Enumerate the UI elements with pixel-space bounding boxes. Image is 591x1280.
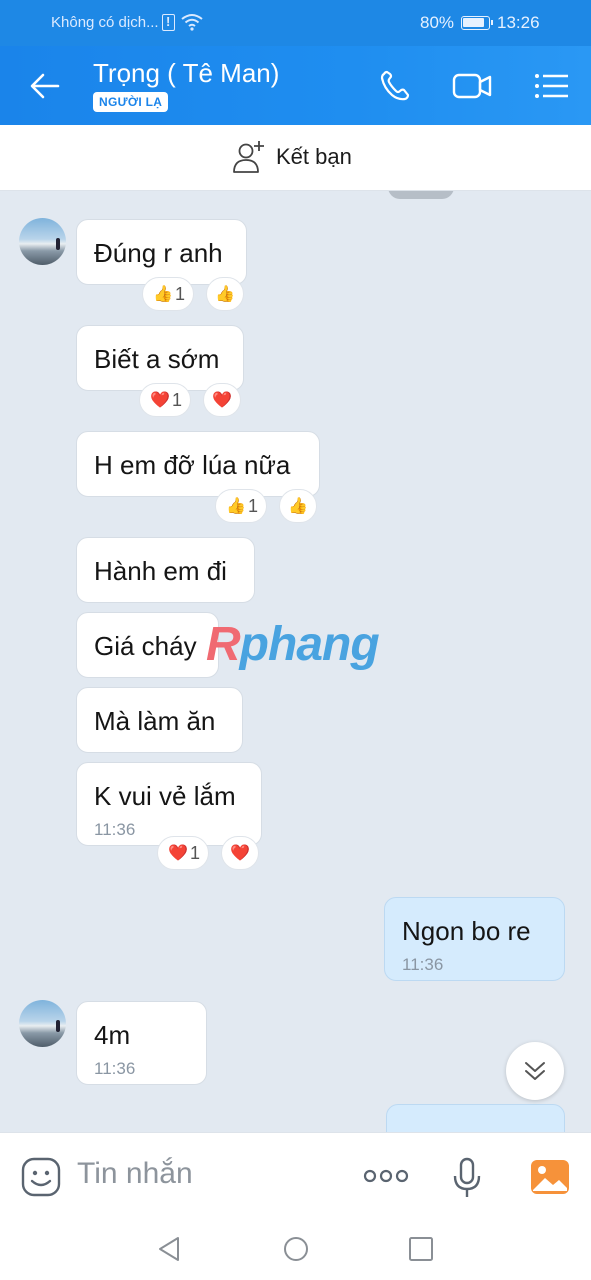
message-bubble[interactable]: Hành em đi (76, 537, 255, 603)
thumbs-up-icon: 👍 (153, 286, 173, 303)
reaction-summary[interactable]: ❤️ 1 (157, 836, 209, 870)
thumbs-up-icon: 👍 (288, 498, 308, 515)
message-text: Ngon bo re (402, 916, 531, 946)
battery-percent: 80% (420, 13, 455, 32)
message-text: K vui vẻ lắm (94, 781, 236, 811)
phone-icon[interactable] (376, 68, 416, 104)
reaction-summary[interactable]: ❤️ 1 (139, 383, 191, 417)
message-time: 11:36 (94, 1059, 136, 1078)
watermark: Rphang (206, 618, 380, 671)
reaction-count: 1 (247, 495, 258, 516)
message-bubble[interactable]: Biết a sớm (76, 325, 244, 391)
react-button[interactable]: ❤️ (203, 383, 241, 417)
battery-icon (461, 16, 493, 30)
more-dots-icon[interactable] (363, 1166, 409, 1186)
composer: Tin nhắn (0, 1132, 591, 1218)
contact-name[interactable]: Trọng ( Tê Man) (93, 58, 279, 89)
message-bubble-outgoing[interactable] (386, 1104, 565, 1132)
heart-icon: ❤️ (168, 845, 188, 862)
time-divider (388, 191, 454, 199)
message-time: 11:36 (94, 820, 136, 839)
message-text: H em đỡ lúa nữa (94, 450, 291, 480)
nav-back-icon[interactable] (156, 1235, 182, 1263)
alert-icon (162, 14, 175, 31)
back-arrow-icon[interactable] (28, 71, 62, 101)
thumbs-up-icon: 👍 (226, 498, 246, 515)
react-button[interactable]: ❤️ (221, 836, 259, 870)
emoji-icon[interactable] (21, 1157, 61, 1197)
message-input[interactable]: Tin nhắn (77, 1157, 193, 1191)
heart-icon: ❤️ (150, 392, 170, 409)
message-bubble[interactable]: Giá cháy (76, 612, 219, 678)
video-call-icon[interactable] (452, 68, 492, 104)
react-button[interactable]: 👍 (279, 489, 317, 523)
nav-home-icon[interactable] (282, 1235, 310, 1263)
message-text: 4m (94, 1020, 131, 1050)
carrier-label: Không có dịch... (51, 14, 159, 31)
message-text: Đúng r anh (94, 238, 223, 268)
list-menu-icon[interactable] (532, 68, 572, 104)
avatar[interactable] (19, 218, 66, 265)
thumbs-up-icon: 👍 (215, 286, 235, 303)
message-text: Hành em đi (94, 556, 227, 586)
add-friend-label: Kết bạn (276, 144, 352, 169)
reaction-summary[interactable]: 👍 1 (142, 277, 194, 311)
message-time: 11:36 (402, 955, 444, 974)
message-bubble[interactable]: H em đỡ lúa nữa (76, 431, 320, 497)
message-list[interactable]: Đúng r anh 👍 1 👍 Biết a sớm ❤️ 1 ❤️ H em đ… (0, 191, 591, 1132)
message-bubble[interactable]: K vui vẻ lắm 11:36 (76, 762, 262, 846)
wifi-icon (181, 14, 203, 31)
double-chevron-down-icon (525, 1062, 545, 1080)
chat-header: Trọng ( Tê Man) NGƯỜI LẠ (0, 46, 591, 125)
avatar[interactable] (19, 1000, 66, 1047)
add-friend-bar[interactable]: Kết bạn (0, 125, 591, 191)
microphone-icon[interactable] (452, 1157, 482, 1199)
system-nav-bar (0, 1218, 591, 1280)
message-text: Mà làm ăn (94, 706, 216, 736)
message-bubble[interactable]: Mà làm ăn (76, 687, 243, 753)
heart-icon: ❤️ (212, 392, 232, 409)
reaction-count: 1 (174, 283, 185, 304)
message-bubble[interactable]: Đúng r anh (76, 219, 247, 285)
reaction-count: 1 (171, 389, 182, 410)
clock: 13:26 (497, 13, 540, 32)
nav-recents-icon[interactable] (408, 1236, 434, 1262)
message-bubble[interactable]: 4m 11:36 (76, 1001, 207, 1085)
heart-icon: ❤️ (230, 845, 250, 862)
reaction-summary[interactable]: 👍 1 (215, 489, 267, 523)
scroll-to-bottom-button[interactable] (506, 1042, 564, 1100)
react-button[interactable]: 👍 (206, 277, 244, 311)
image-icon[interactable] (529, 1158, 571, 1196)
message-text: Biết a sớm (94, 344, 220, 374)
add-friend-icon (233, 141, 264, 173)
reaction-count: 1 (189, 842, 200, 863)
stranger-badge: NGƯỜI LẠ (93, 92, 169, 112)
status-bar: Không có dịch... 80% 13:26 (0, 0, 591, 46)
add-friend-button[interactable]: Kết bạn (232, 139, 352, 175)
message-bubble-outgoing[interactable]: Ngon bo re 11:36 (384, 897, 565, 981)
message-text: Giá cháy (94, 631, 197, 661)
